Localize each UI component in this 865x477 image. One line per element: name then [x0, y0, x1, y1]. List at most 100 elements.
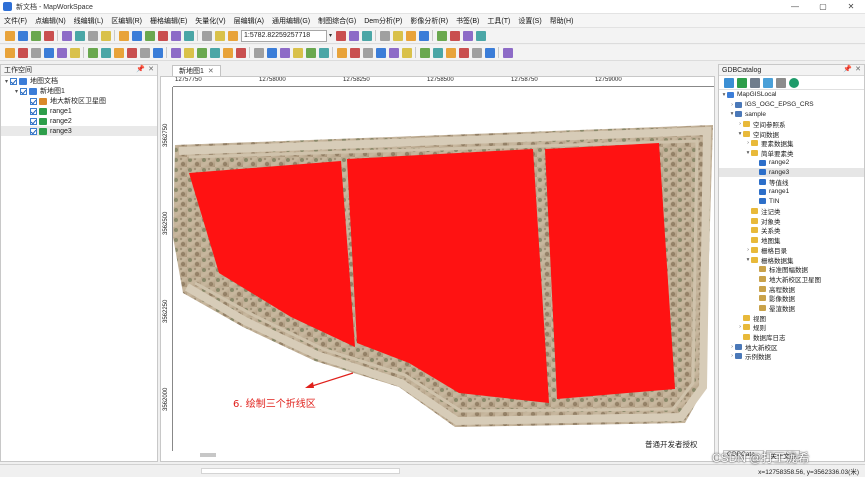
catalog-tree-item[interactable]: range1 — [719, 187, 864, 197]
copy-icon[interactable] — [74, 30, 85, 41]
catalog-tree-item[interactable]: 标准图幅数据 — [719, 264, 864, 274]
cut-icon[interactable] — [61, 30, 72, 41]
polygon-icon[interactable] — [279, 47, 290, 58]
catalog-tree-item[interactable]: 数据库日志 — [719, 332, 864, 342]
refresh-icon[interactable] — [157, 30, 168, 41]
print-icon[interactable] — [43, 30, 54, 41]
ellipse-icon[interactable] — [318, 47, 329, 58]
menu-item-2[interactable]: 线编辑(L) — [70, 16, 108, 26]
new-file-icon[interactable] — [4, 30, 15, 41]
visibility-checkbox[interactable] — [30, 97, 37, 105]
tab-close-icon[interactable]: ✕ — [208, 67, 214, 75]
export-icon[interactable] — [462, 30, 473, 41]
brush-icon[interactable] — [419, 47, 430, 58]
catalog-tree-item[interactable]: ▾ 栅格数据集 — [719, 255, 864, 265]
tab-map1[interactable]: 新地图1 ✕ — [172, 65, 221, 76]
calendar-icon[interactable] — [436, 30, 447, 41]
attribute-icon[interactable] — [475, 30, 486, 41]
close-icon[interactable]: ✕ — [855, 65, 861, 73]
minimize-button[interactable]: — — [781, 0, 809, 13]
buffer-icon[interactable] — [253, 47, 264, 58]
catalog-tree-item[interactable]: 视图 — [719, 313, 864, 323]
catalog-tree-item[interactable]: ▾ 简单要素类 — [719, 148, 864, 158]
save-icon[interactable] — [30, 30, 41, 41]
catalog-tree-item[interactable]: range3 — [719, 167, 864, 178]
search-icon[interactable] — [775, 77, 786, 88]
node-icon[interactable] — [87, 47, 98, 58]
edit-icon[interactable] — [418, 30, 429, 41]
open-file-icon[interactable] — [17, 30, 28, 41]
visibility-checkbox[interactable] — [30, 107, 37, 115]
edit-region-icon[interactable] — [126, 47, 137, 58]
catalog-tree-item[interactable]: › 地大新校区 — [719, 342, 864, 352]
catalog-tree-item[interactable]: 注记类 — [719, 206, 864, 216]
menu-item-7[interactable]: 通用编辑(G) — [268, 16, 314, 26]
circle-icon[interactable] — [292, 47, 303, 58]
delete-red-icon[interactable] — [401, 47, 412, 58]
fullmap-icon[interactable] — [170, 30, 181, 41]
triangle-icon[interactable] — [484, 47, 495, 58]
pin-icon[interactable]: 📌 — [136, 65, 145, 73]
connect-icon[interactable] — [723, 77, 734, 88]
add-icon[interactable] — [362, 47, 373, 58]
edit-attr-icon[interactable] — [375, 47, 386, 58]
split-icon[interactable] — [139, 47, 150, 58]
expand-icon[interactable]: ▾ — [3, 78, 10, 85]
catalog-tree-item[interactable]: ▾ 空间数据 — [719, 129, 864, 139]
visibility-checkbox[interactable] — [20, 87, 27, 95]
mirror-icon[interactable] — [222, 47, 233, 58]
workspace-tree-item[interactable]: range3 — [1, 126, 157, 136]
select-icon[interactable] — [227, 30, 238, 41]
visibility-checkbox[interactable] — [30, 127, 37, 135]
menu-item-14[interactable]: 帮助(H) — [546, 16, 578, 26]
menu-item-12[interactable]: 工具(T) — [483, 16, 514, 26]
zoom-in-icon[interactable] — [118, 30, 129, 41]
menu-item-5[interactable]: 矢量化(V) — [191, 16, 229, 26]
chevron-down-icon[interactable]: ▾ — [329, 32, 332, 39]
workspace-tree-item[interactable]: range1 — [1, 106, 157, 116]
polygon-range3[interactable] — [545, 143, 675, 399]
visibility-checkbox[interactable] — [30, 117, 37, 125]
mark-icon[interactable] — [471, 47, 482, 58]
menu-item-1[interactable]: 点编辑(N) — [31, 16, 70, 26]
clip-icon[interactable] — [183, 47, 194, 58]
paste-icon[interactable] — [87, 30, 98, 41]
angle-icon[interactable] — [458, 47, 469, 58]
workspace-tree-item[interactable]: 地大新校区卫星图 — [1, 96, 157, 106]
catalog-tree-item[interactable]: 关系类 — [719, 226, 864, 235]
edit-line-icon[interactable] — [69, 47, 80, 58]
catalog-tree-item[interactable]: › 空间参照系 — [719, 119, 864, 129]
close-button[interactable]: ✕ — [837, 0, 865, 13]
menu-item-4[interactable]: 栅格编辑(E) — [146, 16, 191, 26]
delete-icon[interactable] — [43, 47, 54, 58]
rotate-icon[interactable] — [209, 47, 220, 58]
catalog-tree-item[interactable]: TIN — [719, 197, 864, 207]
catalog-tree-item[interactable]: 地大新校区卫星图 — [719, 274, 864, 284]
merge-icon[interactable] — [152, 47, 163, 58]
menu-item-13[interactable]: 设置(S) — [514, 16, 545, 26]
zoom-out-icon[interactable] — [131, 30, 142, 41]
catalog-tree-item[interactable]: range2 — [719, 158, 864, 168]
catalog-tree-item[interactable]: 地图集 — [719, 235, 864, 245]
catalog-tree-item[interactable]: 晕渲数据 — [719, 303, 864, 313]
vertex-icon[interactable] — [196, 47, 207, 58]
chart-icon[interactable] — [405, 30, 416, 41]
pin-icon[interactable]: 📌 — [843, 65, 852, 73]
menu-item-3[interactable]: 区编辑(R) — [107, 16, 146, 26]
contrast-icon[interactable] — [361, 30, 372, 41]
line-icon[interactable] — [56, 47, 67, 58]
map-view[interactable]: 12757750 12758000 12758250 12758500 12758750… — [160, 76, 715, 462]
arrow-select-icon[interactable] — [349, 47, 360, 58]
parcel-icon[interactable] — [432, 47, 443, 58]
move-icon[interactable] — [30, 47, 41, 58]
pan-icon[interactable] — [144, 30, 155, 41]
measure-icon[interactable] — [201, 30, 212, 41]
locate-icon[interactable] — [335, 30, 346, 41]
menu-item-9[interactable]: Dem分析(P) — [360, 16, 406, 26]
expand-icon[interactable]: ▾ — [13, 88, 20, 95]
catalog-tree-item[interactable]: 等值线 — [719, 177, 864, 187]
tools-icon[interactable] — [449, 30, 460, 41]
catalog-tree-item[interactable]: › 栅格目录 — [719, 245, 864, 255]
menu-item-8[interactable]: 制图综合(G) — [314, 16, 360, 26]
catalog-tree-item[interactable]: 高程数据 — [719, 284, 864, 294]
